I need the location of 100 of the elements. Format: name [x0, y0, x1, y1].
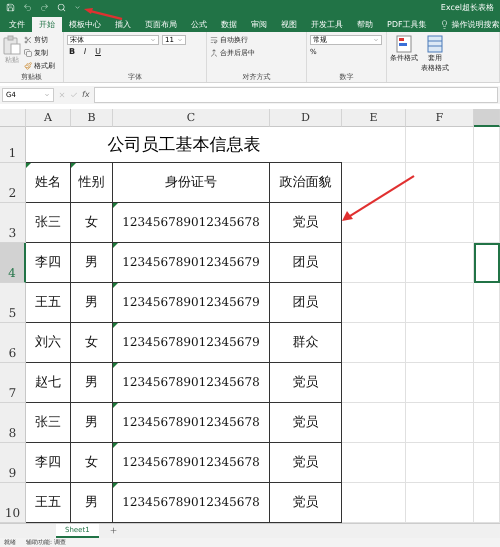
row-header[interactable]: 5: [0, 282, 26, 322]
ribbon-tab[interactable]: 开始: [32, 16, 62, 32]
table-cell: 男: [71, 362, 113, 402]
table-cell: 张三: [26, 402, 71, 442]
column-heading: 身份证号: [113, 162, 270, 202]
table-cell: 123456789012345678: [113, 362, 270, 402]
ribbon-tab[interactable]: 帮助: [350, 16, 380, 32]
empty-cell[interactable]: [406, 362, 474, 402]
function-button[interactable]: fx: [82, 90, 90, 100]
error-indicator-icon: [113, 202, 118, 208]
row-header[interactable]: 1: [0, 126, 26, 162]
ribbon-tab[interactable]: 文件: [2, 16, 32, 32]
italic-button[interactable]: I: [80, 46, 90, 56]
table-cell: 党员: [270, 442, 342, 482]
table-cell: 群众: [270, 322, 342, 362]
empty-cell[interactable]: [342, 442, 406, 482]
ribbon-tab[interactable]: 开发工具: [304, 16, 350, 32]
empty-cell[interactable]: [406, 162, 474, 202]
ribbon-tab[interactable]: 页面布局: [138, 16, 184, 32]
table-cell: 男: [71, 282, 113, 322]
table-cell: 党员: [270, 362, 342, 402]
column-header[interactable]: D: [270, 108, 342, 126]
empty-cell[interactable]: [474, 442, 500, 482]
table-cell: 123456789012345678: [113, 402, 270, 442]
empty-cell[interactable]: [342, 162, 406, 202]
column-header[interactable]: F: [406, 108, 474, 126]
row-header[interactable]: 10: [0, 482, 26, 522]
empty-cell[interactable]: [406, 202, 474, 242]
table-cell: 男: [71, 402, 113, 442]
empty-cell[interactable]: [474, 202, 500, 242]
scissors-icon: [24, 36, 32, 44]
empty-cell[interactable]: [474, 322, 500, 362]
add-sheet-icon: [108, 526, 118, 536]
select-all-corner[interactable]: [0, 108, 26, 126]
table-cell: 党员: [270, 402, 342, 442]
empty-cell[interactable]: [406, 242, 474, 282]
annotation-arrow: [342, 175, 414, 222]
column-header[interactable]: A: [26, 108, 71, 126]
undo-icon: [23, 3, 32, 12]
selected-cell[interactable]: [474, 242, 500, 282]
column-header[interactable]: E: [342, 108, 406, 126]
table-cell: 赵七: [26, 362, 71, 402]
table-cell: 王五: [26, 282, 71, 322]
column-header[interactable]: [474, 108, 500, 126]
table-title: 公司员工基本信息表: [26, 126, 342, 162]
empty-cell[interactable]: [342, 362, 406, 402]
row-header[interactable]: 7: [0, 362, 26, 402]
ribbon-tab[interactable]: PDF工具集: [380, 16, 434, 32]
row-header[interactable]: 2: [0, 162, 26, 202]
column-header[interactable]: C: [113, 108, 270, 126]
copy-icon: [24, 49, 32, 58]
formula-field[interactable]: [94, 86, 498, 103]
empty-cell[interactable]: [406, 282, 474, 322]
cancel-icon: [58, 90, 66, 99]
underline-button[interactable]: U: [93, 46, 103, 56]
tell-me-search[interactable]: 操作说明搜索: [434, 16, 500, 32]
ribbon-tab[interactable]: 插入: [108, 16, 138, 32]
empty-cell[interactable]: [342, 242, 406, 282]
row-header[interactable]: 9: [0, 442, 26, 482]
row-header[interactable]: 8: [0, 402, 26, 442]
empty-cell[interactable]: [342, 126, 406, 162]
enter-icon: [70, 90, 78, 99]
empty-cell[interactable]: [474, 362, 500, 402]
empty-cell[interactable]: [342, 282, 406, 322]
table-cell: 李四: [26, 242, 71, 282]
row-header[interactable]: 3: [0, 202, 26, 242]
ribbon-tab[interactable]: 数据: [214, 16, 244, 32]
clipboard-icon: [3, 34, 21, 55]
empty-cell[interactable]: [406, 126, 474, 162]
bold-button[interactable]: B: [67, 46, 77, 56]
save-icon: [6, 3, 15, 12]
empty-cell[interactable]: [406, 442, 474, 482]
ribbon-tab[interactable]: 视图: [274, 16, 304, 32]
empty-cell[interactable]: [474, 402, 500, 442]
ribbon-tab[interactable]: 模板中心: [62, 16, 108, 32]
table-cell: 123456789012345679: [113, 282, 270, 322]
empty-cell[interactable]: [474, 162, 500, 202]
empty-cell[interactable]: [474, 282, 500, 322]
table-icon: [396, 34, 412, 53]
row-header[interactable]: 4: [0, 242, 26, 282]
table-cell: 党员: [270, 202, 342, 242]
row-header[interactable]: 6: [0, 322, 26, 362]
column-heading: 性别: [71, 162, 113, 202]
brush-icon: [24, 62, 32, 70]
column-header[interactable]: B: [71, 108, 113, 126]
customize-icon: [74, 4, 81, 12]
error-indicator-icon: [26, 162, 31, 168]
table-icon: [427, 34, 443, 53]
empty-cell[interactable]: [406, 402, 474, 442]
table-cell: 团员: [270, 242, 342, 282]
ribbon-tab[interactable]: 审阅: [244, 16, 274, 32]
dropdown-icon: [150, 36, 156, 43]
table-cell: 女: [71, 442, 113, 482]
ribbon-tab[interactable]: 公式: [184, 16, 214, 32]
error-indicator-icon: [113, 442, 118, 448]
error-indicator-icon: [113, 402, 118, 408]
empty-cell[interactable]: [406, 322, 474, 362]
dropdown-icon: [44, 92, 50, 98]
empty-cell[interactable]: [342, 402, 406, 442]
empty-cell[interactable]: [342, 322, 406, 362]
